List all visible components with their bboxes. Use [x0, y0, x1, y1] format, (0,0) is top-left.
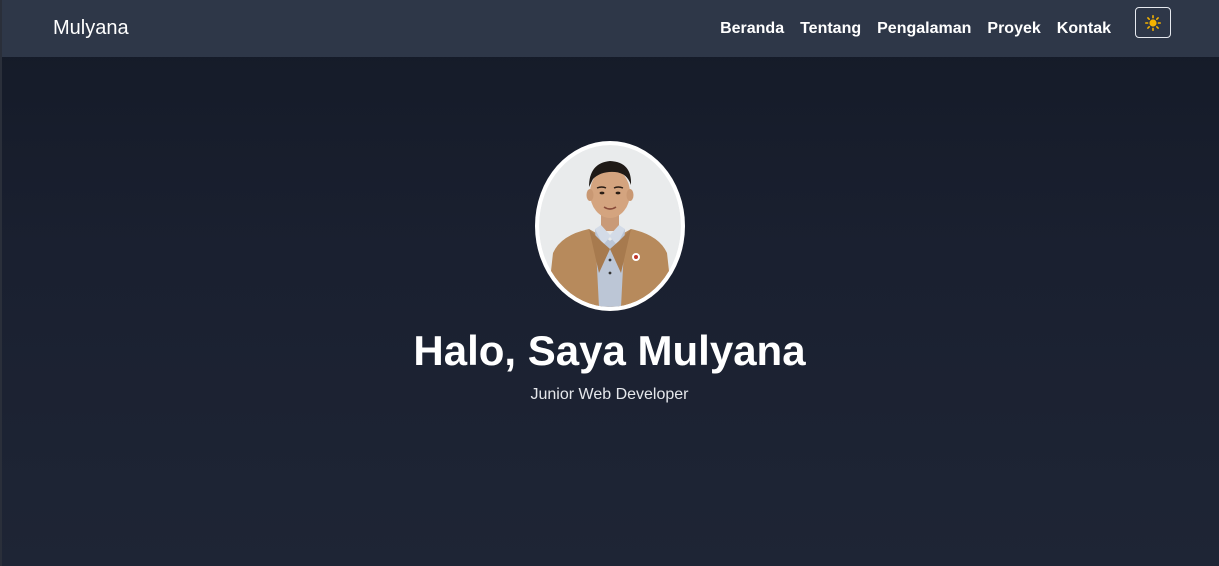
- hero-subtitle: Junior Web Developer: [530, 386, 689, 403]
- profile-photo: [539, 145, 681, 307]
- nav-link-beranda[interactable]: Beranda: [720, 19, 784, 39]
- nav-link-kontak[interactable]: Kontak: [1057, 19, 1111, 39]
- page: Mulyana Beranda Tentang Pengalaman Proye…: [0, 0, 1219, 566]
- avatar: [535, 141, 685, 311]
- brand-logo-link[interactable]: Mulyana: [53, 16, 129, 40]
- hero-title: Halo, Saya Mulyana: [413, 327, 806, 374]
- sun-icon: [1145, 14, 1161, 31]
- nav-link-tentang[interactable]: Tentang: [800, 19, 861, 39]
- nav-link-proyek[interactable]: Proyek: [987, 19, 1040, 39]
- nav-link-pengalaman[interactable]: Pengalaman: [877, 19, 971, 39]
- theme-toggle-button[interactable]: [1135, 7, 1171, 38]
- window-edge: [0, 0, 2, 566]
- navbar: Mulyana Beranda Tentang Pengalaman Proye…: [2, 0, 1219, 57]
- nav-links: Beranda Tentang Pengalaman Proyek Kontak: [720, 0, 1219, 57]
